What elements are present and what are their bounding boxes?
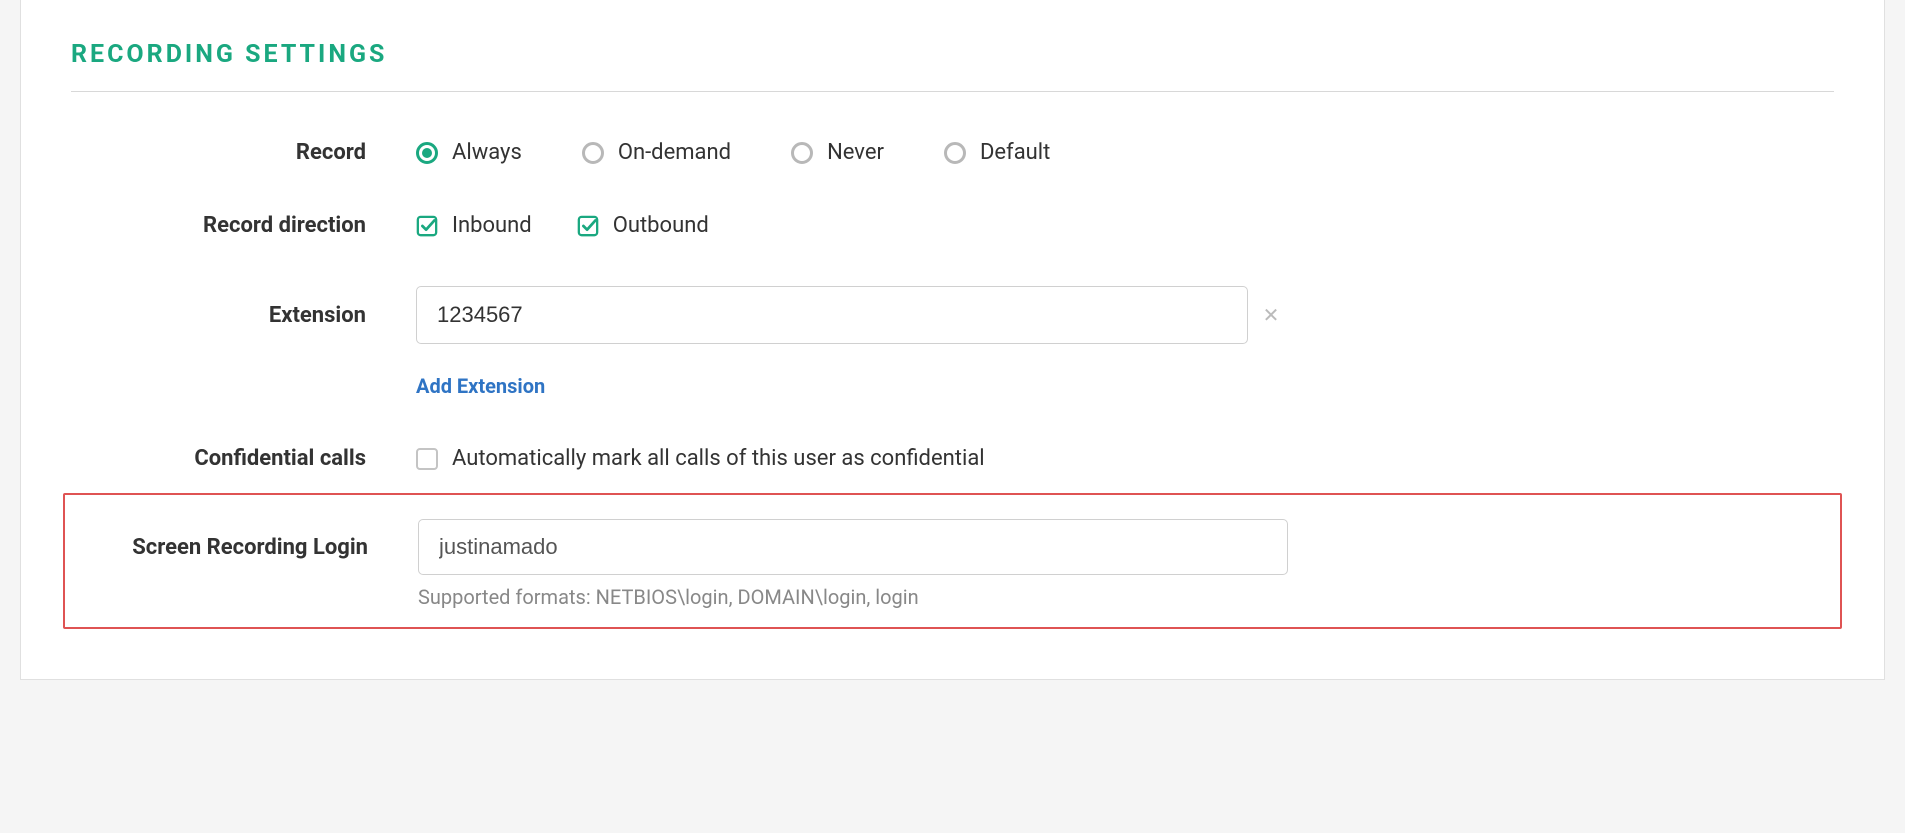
extension-input-wrap: ✕: [416, 286, 1286, 344]
checkbox-label: Outbound: [613, 213, 709, 238]
checkbox-confidential[interactable]: Automatically mark all calls of this use…: [416, 446, 985, 471]
record-options: Always On-demand Never Default: [416, 140, 1834, 165]
clear-extension-icon[interactable]: ✕: [1256, 303, 1286, 327]
confidential-control: Automatically mark all calls of this use…: [416, 446, 1834, 471]
record-label: Record: [71, 140, 416, 165]
extension-control: ✕: [416, 286, 1834, 344]
radio-default[interactable]: Default: [944, 140, 1050, 165]
add-extension-link[interactable]: Add Extension: [416, 374, 545, 398]
extension-label: Extension: [71, 303, 416, 328]
radio-label: Default: [980, 140, 1050, 165]
screen-recording-hint-row: Supported formats: NETBIOS\login, DOMAIN…: [65, 585, 1840, 609]
radio-icon: [791, 142, 813, 164]
checkbox-label: Automatically mark all calls of this use…: [452, 446, 985, 471]
radio-icon: [416, 142, 438, 164]
screen-recording-row: Screen Recording Login: [65, 519, 1840, 575]
add-extension-row: Add Extension: [71, 374, 1834, 398]
radio-label: Never: [827, 140, 884, 165]
screen-recording-highlight: Screen Recording Login Supported formats…: [63, 493, 1842, 629]
extension-input[interactable]: [416, 286, 1248, 344]
confidential-row: Confidential calls Automatically mark al…: [71, 446, 1834, 471]
settings-panel: RECORDING SETTINGS Record Always On-dema…: [20, 0, 1885, 680]
screen-recording-label: Screen Recording Login: [73, 535, 418, 560]
checkbox-inbound[interactable]: Inbound: [416, 213, 532, 238]
record-direction-row: Record direction Inbound O: [71, 213, 1834, 238]
checkbox-checked-icon: [577, 215, 599, 237]
checkbox-checked-icon: [416, 215, 438, 237]
radio-icon: [944, 142, 966, 164]
record-row: Record Always On-demand Never Default: [71, 140, 1834, 165]
radio-always[interactable]: Always: [416, 140, 522, 165]
radio-on-demand[interactable]: On-demand: [582, 140, 731, 165]
checkbox-label: Inbound: [452, 213, 532, 238]
section-title: RECORDING SETTINGS: [71, 40, 1834, 92]
radio-never[interactable]: Never: [791, 140, 884, 165]
screen-recording-hint: Supported formats: NETBIOS\login, DOMAIN…: [418, 585, 919, 609]
add-extension-area: Add Extension: [416, 374, 1834, 398]
screen-recording-control: [418, 519, 1832, 575]
extension-row: Extension ✕: [71, 286, 1834, 344]
radio-icon: [582, 142, 604, 164]
radio-label: Always: [452, 140, 522, 165]
record-direction-options: Inbound Outbound: [416, 213, 1834, 238]
checkbox-unchecked-icon: [416, 448, 438, 470]
checkbox-outbound[interactable]: Outbound: [577, 213, 709, 238]
screen-recording-input[interactable]: [418, 519, 1288, 575]
record-direction-label: Record direction: [71, 213, 416, 238]
confidential-label: Confidential calls: [71, 446, 416, 471]
radio-label: On-demand: [618, 140, 731, 165]
